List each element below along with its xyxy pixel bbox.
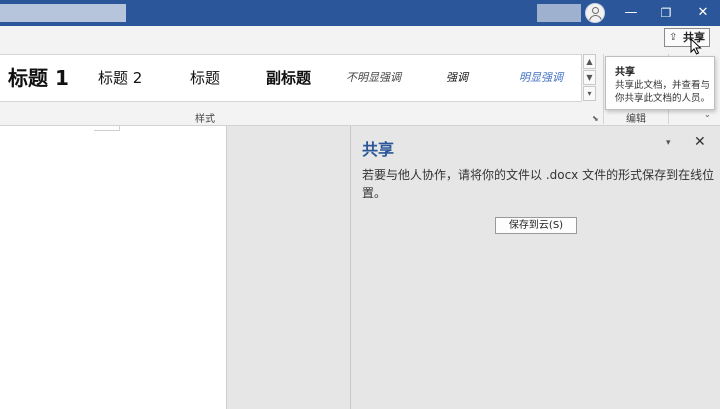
margin-marker [119, 126, 120, 131]
gallery-scroll-down-button[interactable]: ▼ [583, 70, 596, 85]
style-emphasis[interactable]: 强调 [446, 55, 468, 101]
pane-options-icon[interactable]: ▾ [666, 138, 671, 148]
styles-gallery: 标题 1 标题 2 标题 副标题 不明显强调 强调 明显强调 [0, 54, 582, 102]
mouse-cursor-icon [690, 38, 702, 55]
tooltip-body: 共享此文档，并查看与你共享此文档的人员。 [615, 80, 711, 104]
share-pane: 共享 ▾ ✕ 若要与他人协作，请将你的文件以 .docx 文件的形式保存到在线位… [351, 126, 720, 409]
style-subtle-emphasis[interactable]: 不明显强调 [346, 55, 401, 101]
tooltip-title: 共享 [615, 67, 635, 78]
close-window-button[interactable]: ✕ [686, 0, 720, 26]
edit-group-label: 编辑 [626, 114, 646, 125]
styles-dialog-launcher-icon[interactable]: ⬊ [592, 114, 599, 123]
share-pane-title: 共享 [362, 140, 395, 159]
collapse-ribbon-icon[interactable]: ⌄ [704, 110, 711, 119]
style-heading-2[interactable]: 标题 2 [98, 55, 142, 101]
account-avatar-icon[interactable] [585, 3, 605, 23]
share-pane-description: 若要与他人协作，请将你的文件以 .docx 文件的形式保存到在线位置。 [362, 168, 715, 200]
style-intense-emphasis[interactable]: 明显强调 [519, 55, 563, 101]
document-page[interactable] [0, 126, 227, 409]
styles-group-label: 样式 [195, 114, 215, 125]
share-button[interactable]: ⇪ 共享 [664, 28, 710, 47]
gallery-scroll-up-button[interactable]: ▲ [583, 54, 596, 69]
account-name-redacted[interactable] [537, 4, 581, 22]
document-title-redacted [0, 4, 126, 22]
share-tooltip: 共享 共享此文档，并查看与你共享此文档的人员。 [605, 56, 715, 110]
close-pane-icon[interactable]: ✕ [694, 134, 706, 150]
save-to-cloud-button[interactable]: 保存到云(S) [495, 217, 577, 234]
title-bar: — ❐ ✕ [0, 0, 720, 26]
style-title[interactable]: 标题 [190, 55, 220, 101]
minimize-button[interactable]: — [614, 0, 648, 26]
style-heading-1[interactable]: 标题 1 [8, 55, 69, 101]
restore-button[interactable]: ❐ [649, 0, 683, 26]
margin-marker [94, 130, 120, 131]
share-icon: ⇪ [669, 32, 678, 43]
gallery-more-button[interactable]: ▾ [583, 86, 596, 101]
style-subtitle[interactable]: 副标题 [266, 55, 311, 101]
group-divider [603, 54, 604, 124]
command-bar [0, 26, 720, 52]
